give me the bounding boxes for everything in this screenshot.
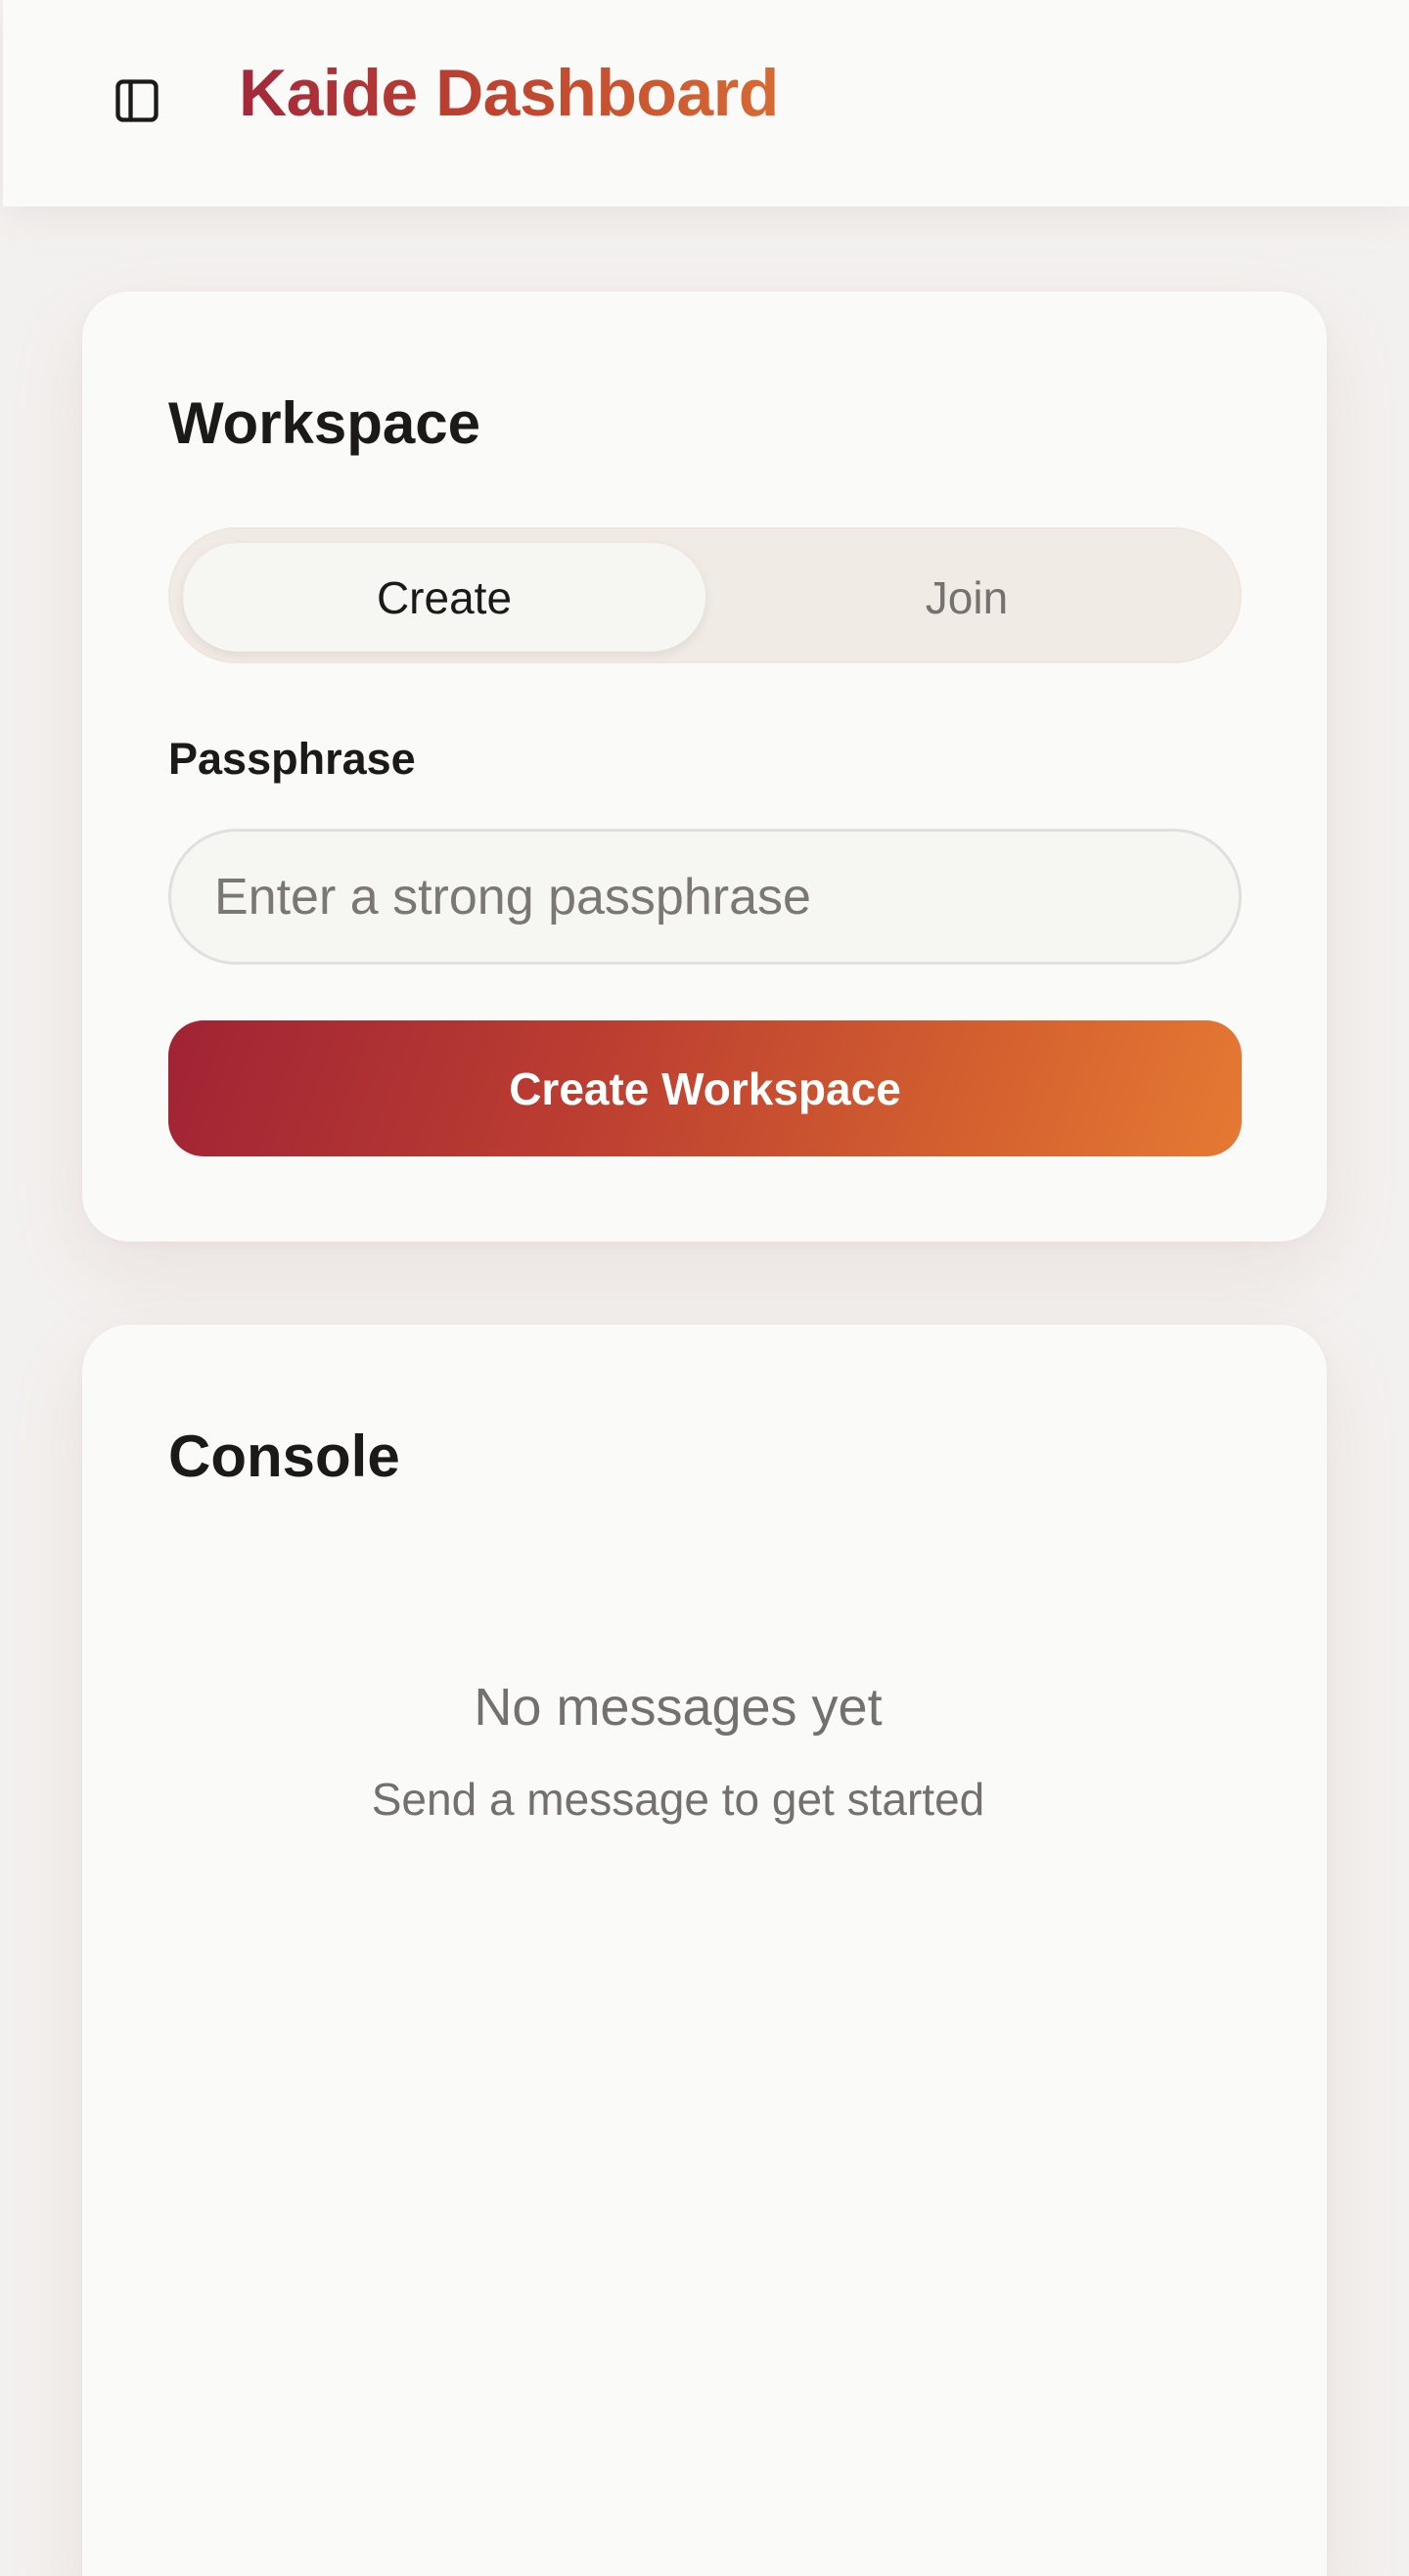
console-card: Console No messages yet Send a message t… (82, 1325, 1327, 2576)
passphrase-input[interactable] (168, 829, 1242, 965)
app-title: Kaide Dashboard (239, 56, 779, 130)
top-bar: Kaide Dashboard (3, 0, 1409, 206)
passphrase-label: Passphrase (168, 734, 416, 784)
tab-join[interactable]: Join (705, 543, 1228, 652)
sidebar-panel-icon (115, 79, 159, 122)
create-workspace-button[interactable]: Create Workspace (168, 1020, 1242, 1156)
empty-state-subtitle: Send a message to get started (371, 1774, 985, 1825)
workspace-card: Workspace Create Join Passphrase Create … (82, 292, 1327, 1242)
workspace-mode-toggle: Create Join (168, 527, 1242, 663)
sidebar-toggle-button[interactable] (105, 68, 169, 133)
console-title: Console (168, 1424, 400, 1489)
empty-state-title: No messages yet (474, 1678, 883, 1737)
workspace-title: Workspace (168, 390, 481, 456)
tab-create[interactable]: Create (183, 543, 705, 652)
